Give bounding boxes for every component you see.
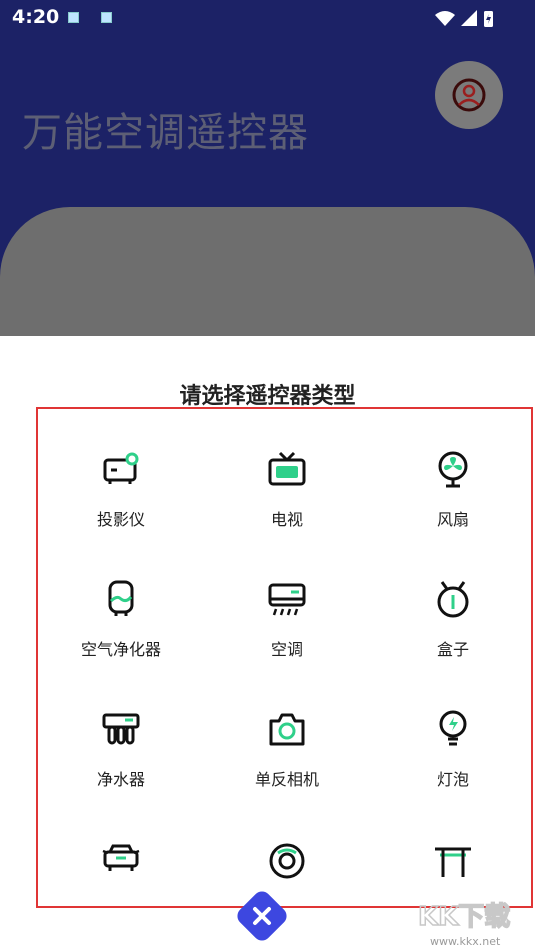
air-purifier-icon bbox=[108, 580, 134, 616]
type-item-label: 盒子 bbox=[436, 640, 469, 659]
bulb-icon bbox=[439, 710, 467, 746]
type-item-label: 电视 bbox=[270, 510, 303, 529]
wifi-icon bbox=[435, 11, 455, 26]
watermark-logo: KK下载 www.kkx.net bbox=[417, 901, 511, 948]
fan-icon bbox=[438, 451, 468, 488]
type-item-label: 单反相机 bbox=[254, 770, 319, 789]
camera-icon bbox=[269, 713, 305, 746]
gate-icon bbox=[435, 847, 471, 877]
main-card bbox=[0, 207, 535, 336]
status-bar: 4:20 bbox=[0, 0, 535, 36]
sheet-title: 请选择遥控器类型 bbox=[179, 384, 356, 409]
type-item-label: 投影仪 bbox=[96, 510, 145, 529]
robot-vacuum-icon bbox=[269, 843, 305, 879]
system-status-icons bbox=[435, 10, 493, 27]
type-item-camera[interactable]: 单反相机 bbox=[204, 669, 370, 799]
app-title: 万能空调遥控器 bbox=[22, 110, 309, 156]
air-conditioner-icon bbox=[268, 583, 306, 616]
notification-icon bbox=[101, 12, 112, 23]
type-item-projector[interactable]: 投影仪 bbox=[38, 409, 204, 539]
type-item-label: 空调 bbox=[270, 640, 303, 659]
car-icon bbox=[102, 844, 140, 871]
type-item-car[interactable] bbox=[38, 799, 204, 906]
type-item-label: 空气净化器 bbox=[80, 640, 161, 659]
type-item-tv[interactable]: 电视 bbox=[204, 409, 370, 539]
type-item-water-purifier[interactable]: 净水器 bbox=[38, 669, 204, 799]
tv-icon bbox=[268, 451, 306, 486]
person-icon bbox=[452, 78, 486, 112]
projector-icon bbox=[103, 452, 139, 484]
tv-box-icon bbox=[437, 581, 469, 618]
type-item-air-purifier[interactable]: 空气净化器 bbox=[38, 539, 204, 669]
type-item-gate[interactable] bbox=[370, 799, 531, 906]
status-time: 4:20 bbox=[12, 6, 60, 28]
svg-text:KK下载: KK下载 bbox=[418, 902, 510, 932]
notification-icon bbox=[68, 12, 79, 23]
type-item-label: 灯泡 bbox=[436, 770, 469, 789]
profile-button[interactable] bbox=[435, 61, 503, 129]
type-item-bulb[interactable]: 灯泡 bbox=[370, 669, 531, 799]
remote-type-grid: 投影仪 电视 风扇 空气净化器 空调 盒子 净水器 单反相机 灯泡 bbox=[36, 407, 533, 908]
type-item-fan[interactable]: 风扇 bbox=[370, 409, 531, 539]
type-item-tv-box[interactable]: 盒子 bbox=[370, 539, 531, 669]
type-item-label: 风扇 bbox=[436, 510, 469, 529]
type-item-air-conditioner[interactable]: 空调 bbox=[204, 539, 370, 669]
svg-text:www.kkx.net: www.kkx.net bbox=[430, 935, 501, 948]
water-purifier-icon bbox=[102, 713, 140, 745]
close-button[interactable] bbox=[230, 884, 294, 948]
type-item-label: 净水器 bbox=[96, 770, 145, 789]
app-background bbox=[0, 0, 535, 336]
signal-icon bbox=[461, 10, 477, 26]
